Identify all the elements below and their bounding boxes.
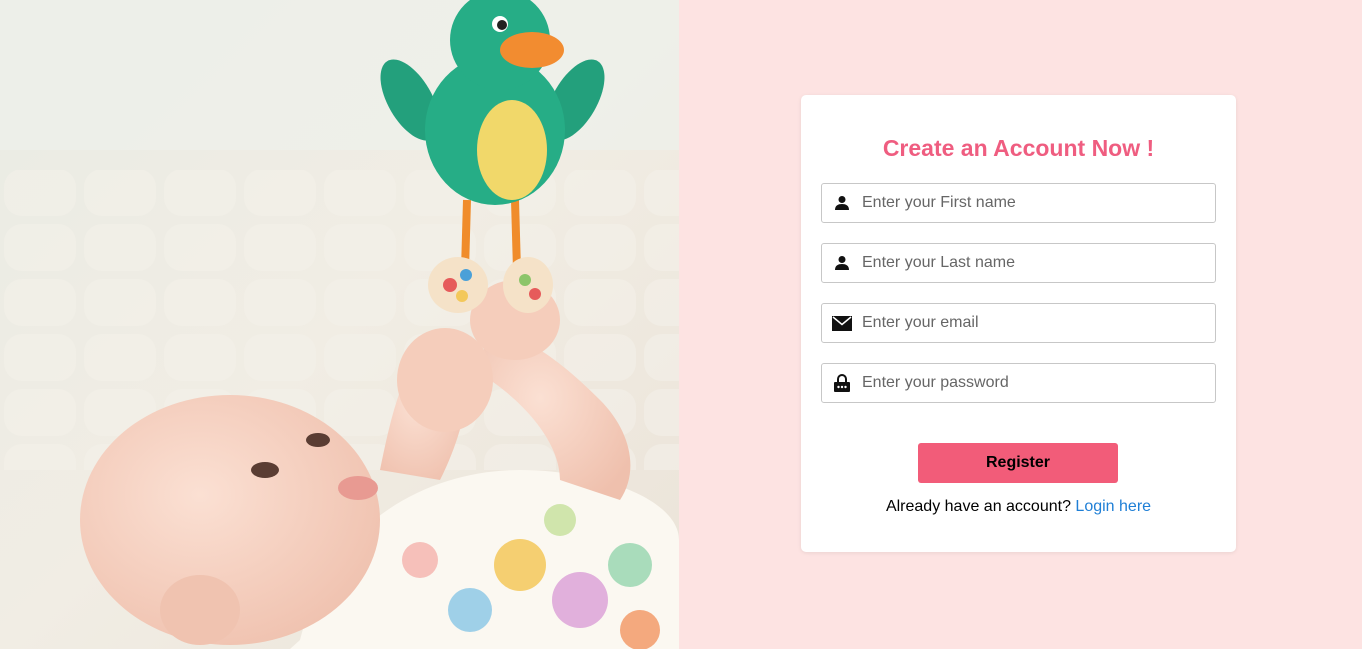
password-input[interactable] — [862, 365, 1215, 401]
last-name-input[interactable] — [862, 245, 1215, 281]
baby-toy-illustration — [0, 0, 679, 649]
form-panel: Create an Account Now ! Enter your First… — [679, 0, 1362, 649]
email-input[interactable] — [862, 305, 1215, 341]
last-name-field[interactable] — [821, 243, 1216, 283]
login-prompt-line: Already have an account? Login here — [801, 498, 1236, 516]
registration-page: Create an Account Now ! Enter your First… — [0, 0, 1362, 649]
registration-card: Create an Account Now ! Enter your First… — [801, 95, 1236, 552]
login-prompt-text: Already have an account? — [885, 498, 1071, 515]
user-icon — [832, 253, 852, 273]
lock-icon — [832, 373, 852, 393]
form-title: Create an Account Now ! — [882, 135, 1155, 161]
register-button[interactable]: Register — [918, 443, 1118, 483]
hero-image — [0, 0, 679, 649]
login-link[interactable]: Login here — [1075, 498, 1151, 515]
user-icon — [832, 193, 852, 213]
email-field[interactable] — [821, 303, 1216, 343]
envelope-icon — [832, 313, 852, 333]
first-name-field[interactable] — [821, 183, 1216, 223]
first-name-input[interactable] — [862, 185, 1215, 221]
password-field[interactable] — [821, 363, 1216, 403]
